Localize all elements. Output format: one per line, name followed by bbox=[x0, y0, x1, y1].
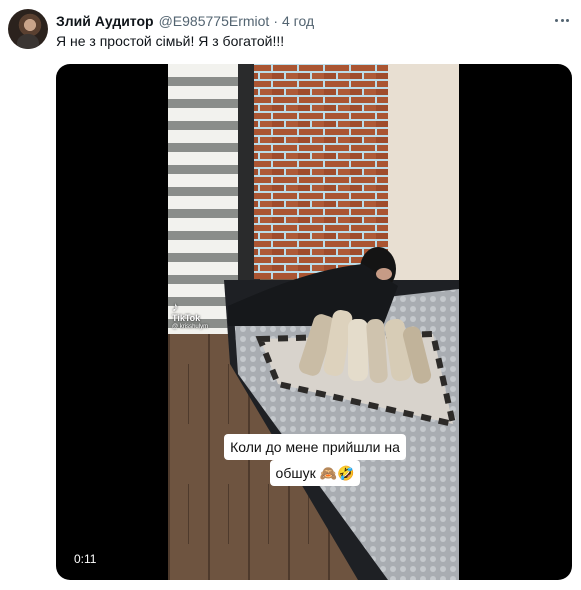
tiktok-username: @ krisshulym bbox=[172, 324, 209, 330]
tweet-text: Я не з простой сімьй! Я з богатой!!! bbox=[56, 33, 285, 49]
tiktok-logo-icon: ♪ bbox=[172, 299, 179, 314]
tweet-header: Злий Аудитор @E985775Ermiot · 4 год bbox=[56, 11, 314, 31]
caption-line-2: обшук 🙈🤣 bbox=[269, 460, 361, 486]
caption-line-1: Коли до мене прийшли на bbox=[224, 434, 406, 460]
more-icon[interactable] bbox=[552, 12, 572, 28]
video-player[interactable]: ♪ TikTok @ krisshulym Коли до мене прийш… bbox=[56, 64, 572, 580]
separator-dot: · bbox=[273, 13, 278, 29]
timestamp[interactable]: 4 год bbox=[282, 13, 314, 29]
tiktok-brand: TikTok bbox=[172, 313, 201, 323]
author-handle[interactable]: @E985775Ermiot bbox=[159, 13, 270, 29]
tiktok-watermark: ♪ TikTok @ krisshulym bbox=[172, 300, 208, 330]
author-name[interactable]: Злий Аудитор bbox=[56, 13, 154, 29]
video-frame[interactable]: ♪ TikTok @ krisshulym Коли до мене прийш… bbox=[168, 64, 459, 580]
video-scene bbox=[168, 64, 459, 580]
tweet-card[interactable]: Злий Аудитор @E985775Ermiot · 4 год Я не… bbox=[0, 0, 581, 590]
video-duration: 0:11 bbox=[74, 552, 97, 566]
video-caption: Коли до мене прийшли на обшук 🙈🤣 bbox=[204, 434, 426, 486]
avatar[interactable] bbox=[8, 9, 48, 49]
